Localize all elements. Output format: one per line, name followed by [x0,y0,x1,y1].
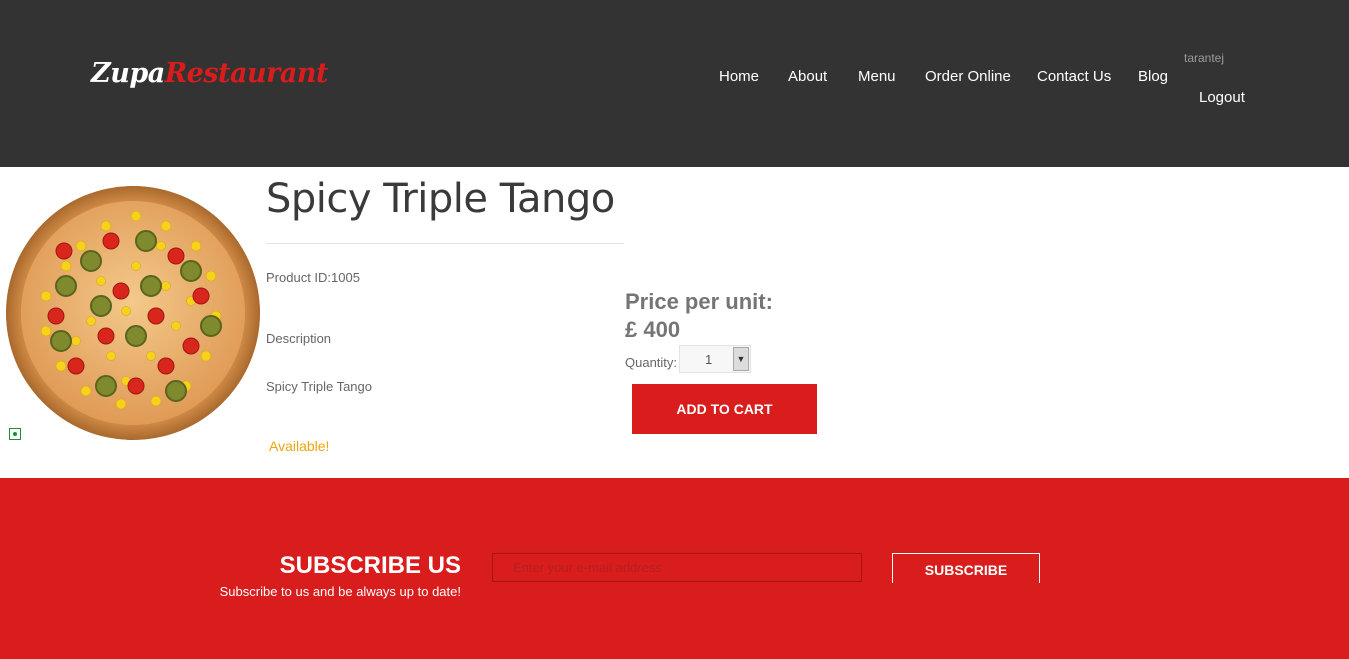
site-header: ZupaRestaurant Home About Menu Order Onl… [0,0,1349,167]
username-label: tarantej [1184,51,1225,65]
product-title: Spicy Triple Tango [266,176,615,222]
email-input[interactable] [492,553,862,582]
add-to-cart-button[interactable]: ADD TO CART [632,384,817,434]
subscribe-title: SUBSCRIBE US [279,552,461,579]
nav-menu[interactable]: Menu [858,68,896,85]
subscribe-button[interactable]: SUBSCRIBE [892,553,1040,583]
nav-contact-us[interactable]: Contact Us [1037,68,1111,85]
chevron-down-icon[interactable]: ▼ [733,347,749,371]
quantity-select[interactable]: 1 ▼ [679,345,751,373]
availability-status: Available! [269,438,330,454]
description-text: Spicy Triple Tango [266,379,372,394]
main-nav: Home About Menu Order Online Contact Us … [0,68,1349,88]
price-value: £ 400 [625,317,681,342]
quantity-value: 1 [705,352,713,367]
quantity-label: Quantity: [625,355,678,370]
title-divider [266,243,624,244]
selection-indicator-icon[interactable] [9,428,21,440]
nav-blog[interactable]: Blog [1138,68,1168,85]
pizza-image [6,186,260,440]
pizza-illustration [6,186,260,440]
product-id: Product ID:1005 [266,270,360,285]
nav-home[interactable]: Home [719,68,759,85]
subscribe-subtitle: Subscribe to us and be always up to date… [219,584,461,599]
nav-order-online[interactable]: Order Online [925,68,1011,85]
logout-link[interactable]: Logout [1199,89,1245,106]
price-label: Price per unit: [625,289,773,314]
nav-about[interactable]: About [788,68,827,85]
description-label: Description [266,331,332,346]
subscribe-section: SUBSCRIBE US Subscribe to us and be alwa… [0,478,1349,659]
